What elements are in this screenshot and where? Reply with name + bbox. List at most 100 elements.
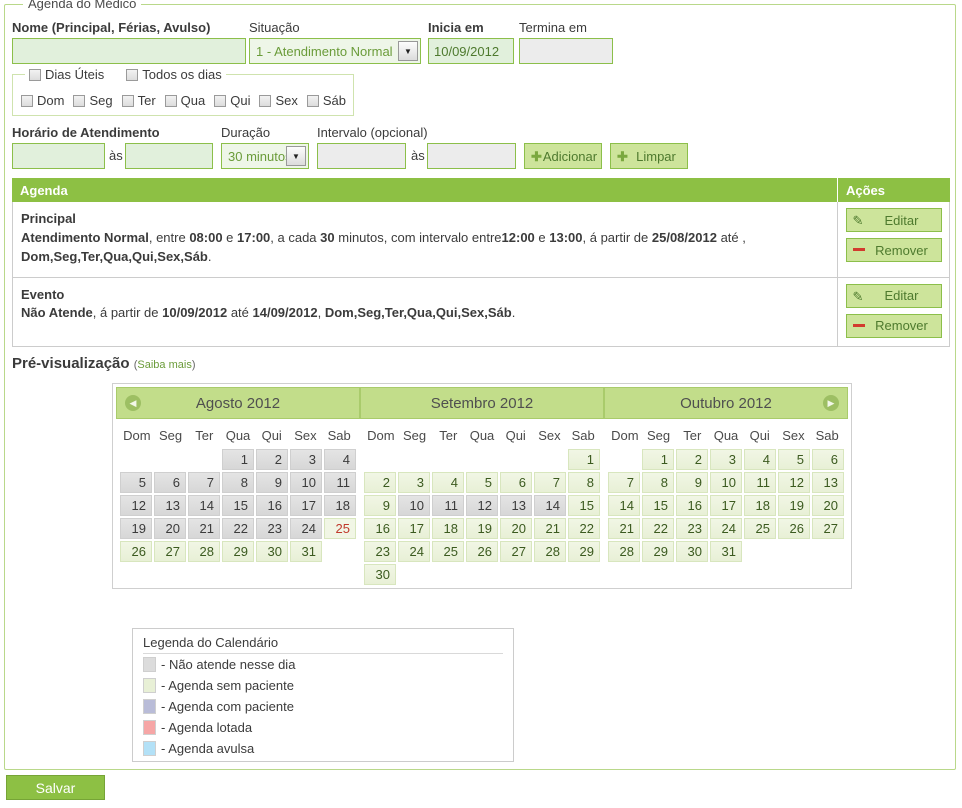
remover-button[interactable]: Remover: [845, 313, 942, 338]
calendar-day-cell[interactable]: 27: [154, 541, 186, 562]
calendar-day-cell[interactable]: 18: [744, 495, 776, 516]
calendar-day-cell[interactable]: 24: [398, 541, 430, 562]
calendar-day-cell[interactable]: 26: [120, 541, 152, 562]
calendar-day-cell[interactable]: 29: [222, 541, 254, 562]
checkbox-icon[interactable]: [214, 94, 227, 107]
calendar-day-cell[interactable]: 5: [120, 472, 152, 493]
chevron-down-icon[interactable]: ▼: [398, 41, 418, 61]
calendar-day-cell[interactable]: 8: [642, 472, 674, 493]
calendar-day-cell[interactable]: 15: [568, 495, 600, 516]
calendar-day-cell[interactable]: 27: [500, 541, 532, 562]
calendar-day-cell[interactable]: 17: [290, 495, 322, 516]
calendar-day-cell[interactable]: 8: [222, 472, 254, 493]
checkbox-todos-os-dias[interactable]: Todos os dias: [126, 67, 222, 82]
duracao-select[interactable]: 30 minutos ▼: [221, 143, 309, 169]
calendar-day-cell[interactable]: 26: [466, 541, 498, 562]
calendar-day-cell[interactable]: 1: [568, 449, 600, 470]
calendar-day-cell[interactable]: 26: [778, 518, 810, 539]
inicia-em-input[interactable]: [428, 38, 514, 64]
calendar-day-cell[interactable]: 9: [256, 472, 288, 493]
calendar-day-cell[interactable]: 24: [710, 518, 742, 539]
calendar-day-cell[interactable]: 30: [256, 541, 288, 562]
calendar-day-cell[interactable]: 13: [812, 472, 844, 493]
calendar-day-cell[interactable]: 18: [324, 495, 356, 516]
checkbox-ter[interactable]: Ter: [121, 93, 156, 108]
calendar-day-cell[interactable]: 2: [256, 449, 288, 470]
calendar-day-cell[interactable]: 4: [744, 449, 776, 470]
calendar-day-cell[interactable]: 29: [568, 541, 600, 562]
calendar-day-cell[interactable]: 23: [256, 518, 288, 539]
calendar-day-cell[interactable]: 10: [710, 472, 742, 493]
situacao-select[interactable]: 1 - Atendimento Normal ▼: [249, 38, 421, 64]
calendar-day-cell[interactable]: 31: [290, 541, 322, 562]
calendar-day-cell[interactable]: 29: [642, 541, 674, 562]
checkbox-qua[interactable]: Qua: [164, 93, 205, 108]
calendar-day-cell[interactable]: 20: [812, 495, 844, 516]
calendar-day-cell[interactable]: 21: [534, 518, 566, 539]
calendar-day-cell[interactable]: 22: [642, 518, 674, 539]
calendar-day-cell[interactable]: 5: [778, 449, 810, 470]
calendar-day-cell[interactable]: 5: [466, 472, 498, 493]
checkbox-icon[interactable]: [164, 94, 177, 107]
intervalo-inicio-input[interactable]: [317, 143, 406, 169]
calendar-day-cell[interactable]: 7: [534, 472, 566, 493]
calendar-day-cell[interactable]: 4: [324, 449, 356, 470]
nome-input[interactable]: [12, 38, 246, 64]
calendar-day-cell[interactable]: 12: [120, 495, 152, 516]
calendar-day-cell[interactable]: 23: [364, 541, 396, 562]
adicionar-button[interactable]: ✚ Adicionar: [524, 143, 602, 169]
calendar-day-cell[interactable]: 22: [222, 518, 254, 539]
checkbox-icon[interactable]: [121, 94, 134, 107]
calendar-day-cell[interactable]: 7: [188, 472, 220, 493]
calendar-day-cell[interactable]: 16: [256, 495, 288, 516]
calendar-day-cell[interactable]: 20: [500, 518, 532, 539]
calendar-day-cell[interactable]: 19: [778, 495, 810, 516]
checkbox-icon[interactable]: [306, 94, 319, 107]
calendar-day-cell[interactable]: 27: [812, 518, 844, 539]
calendar-day-cell[interactable]: 11: [744, 472, 776, 493]
calendar-day-cell[interactable]: 15: [642, 495, 674, 516]
calendar-day-cell[interactable]: 16: [676, 495, 708, 516]
calendar-day-cell[interactable]: 13: [154, 495, 186, 516]
calendar-day-cell[interactable]: 6: [500, 472, 532, 493]
calendar-day-cell[interactable]: 9: [364, 495, 396, 516]
calendar-day-cell[interactable]: 18: [432, 518, 464, 539]
calendar-day-cell[interactable]: 31: [710, 541, 742, 562]
calendar-day-cell[interactable]: 17: [710, 495, 742, 516]
remover-button[interactable]: Remover: [845, 238, 942, 262]
calendar-day-cell[interactable]: 21: [188, 518, 220, 539]
calendar-day-cell[interactable]: 25: [324, 518, 356, 539]
calendar-day-cell[interactable]: 14: [608, 495, 640, 516]
calendar-day-cell[interactable]: 3: [290, 449, 322, 470]
calendar-day-cell[interactable]: 2: [364, 472, 396, 493]
calendar-day-cell[interactable]: 11: [324, 472, 356, 493]
checkbox-qui[interactable]: Qui: [214, 93, 250, 108]
calendar-day-cell[interactable]: 19: [120, 518, 152, 539]
save-button[interactable]: Salvar: [6, 775, 105, 800]
horario-fim-input[interactable]: [125, 143, 213, 169]
checkbox-icon[interactable]: [126, 68, 139, 81]
calendar-day-cell[interactable]: 23: [676, 518, 708, 539]
calendar-day-cell[interactable]: 25: [744, 518, 776, 539]
calendar-day-cell[interactable]: 6: [154, 472, 186, 493]
calendar-day-cell[interactable]: 3: [398, 472, 430, 493]
checkbox-dias-uteis[interactable]: Dias Úteis: [29, 67, 104, 82]
calendar-day-cell[interactable]: 14: [188, 495, 220, 516]
calendar-day-cell[interactable]: 12: [778, 472, 810, 493]
intervalo-fim-input[interactable]: [427, 143, 516, 169]
calendar-day-cell[interactable]: 9: [676, 472, 708, 493]
calendar-day-cell[interactable]: 24: [290, 518, 322, 539]
checkbox-icon[interactable]: [259, 94, 272, 107]
calendar-day-cell[interactable]: 11: [432, 495, 464, 516]
calendar-day-cell[interactable]: 10: [290, 472, 322, 493]
termina-em-input[interactable]: [519, 38, 613, 64]
calendar-day-cell[interactable]: 17: [398, 518, 430, 539]
calendar-day-cell[interactable]: 30: [364, 564, 396, 585]
calendar-day-cell[interactable]: 4: [432, 472, 464, 493]
checkbox-icon[interactable]: [21, 94, 33, 107]
calendar-day-cell[interactable]: 22: [568, 518, 600, 539]
checkbox-dom[interactable]: Dom: [21, 93, 64, 108]
editar-button[interactable]: ✎ Editar: [845, 283, 942, 308]
calendar-day-cell[interactable]: 16: [364, 518, 396, 539]
checkbox-icon[interactable]: [29, 68, 41, 81]
